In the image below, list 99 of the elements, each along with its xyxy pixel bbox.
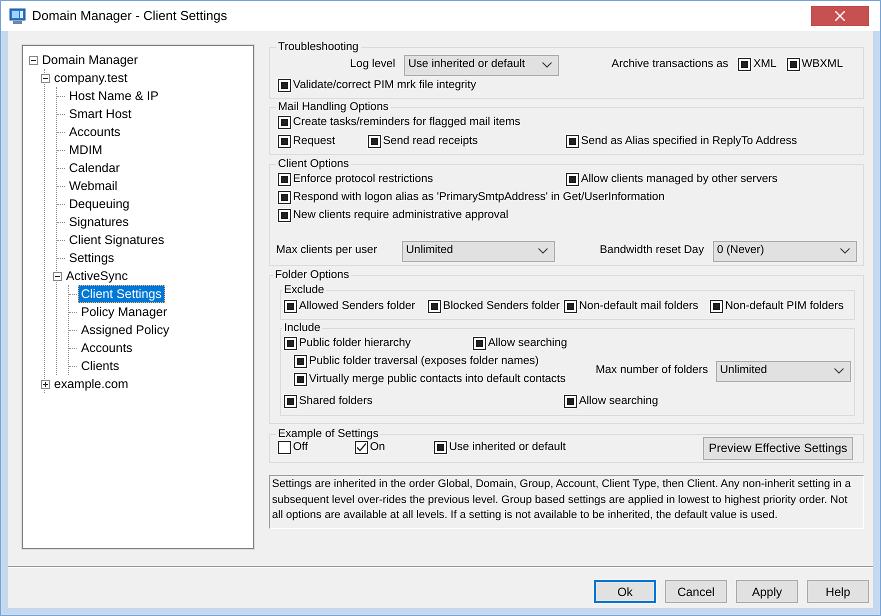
checkbox-label[interactable]: Allowed Senders folder	[299, 300, 416, 314]
preview-button[interactable]: Preview Effective Settings	[703, 436, 853, 460]
checkbox-label[interactable]: Non-default PIM folders	[725, 300, 844, 314]
checkbox-label[interactable]: Non-default mail folders	[579, 300, 698, 314]
checkbox[interactable]	[278, 134, 291, 148]
checkbox[interactable]	[368, 134, 381, 148]
checkbox-label[interactable]: Enforce protocol restrictions	[293, 173, 434, 187]
checkbox[interactable]	[564, 300, 577, 313]
checkbox[interactable]	[294, 373, 307, 386]
checkbox-label[interactable]: Off	[293, 441, 308, 455]
checkbox[interactable]	[566, 134, 579, 148]
checkbox[interactable]	[428, 300, 441, 313]
group-title: Folder Options	[273, 268, 352, 282]
checkbox-label[interactable]: On	[370, 441, 386, 455]
tree-item[interactable]: Dequeuing	[66, 195, 132, 213]
collapse-icon[interactable]	[41, 74, 50, 82]
info-text: Settings are inherited in the order Global, Domain, Group, Account, Client Type, then Client. Any non-inherit setting in a subsequent level over-rides the previous level. Group based settings are applied in lowest to highest priority order. Not all options are available at all levels. If a setting is not available to be inherited, the default value is used.	[269, 475, 864, 529]
dialog-button[interactable]: Apply	[736, 580, 798, 603]
checkbox-label[interactable]: Public folder hierarchy	[299, 337, 411, 351]
dropdown[interactable]: Unlimited	[402, 240, 555, 262]
chevron-down-icon	[840, 248, 850, 254]
tree-item[interactable]: Accounts	[66, 123, 124, 141]
checkbox-label[interactable]: Allow clients managed by other servers	[581, 173, 778, 187]
dropdown[interactable]: 0 (Never)	[713, 240, 857, 262]
chevron-down-icon	[538, 248, 548, 254]
app-icon	[9, 8, 26, 24]
checkbox-label[interactable]: Blocked Senders folder	[443, 300, 560, 314]
tree-item[interactable]: Domain Manager	[39, 51, 141, 69]
tree-item[interactable]: Assigned Policy	[78, 321, 172, 339]
checkbox-label[interactable]: Use inherited or default	[449, 441, 566, 455]
collapse-icon[interactable]	[53, 272, 62, 280]
checkbox-label[interactable]: Create tasks/reminders for flagged mail items	[293, 116, 520, 130]
checkbox[interactable]	[284, 300, 297, 313]
chevron-down-icon	[542, 62, 552, 68]
checkbox-label[interactable]: WBXML	[802, 58, 843, 72]
checkbox-label[interactable]: Validate/correct PIM mrk file integrity	[293, 78, 476, 92]
checkbox[interactable]	[294, 355, 307, 368]
window-title: Domain Manager - Client Settings	[32, 7, 228, 26]
tree-item[interactable]: Host Name & IP	[66, 87, 162, 105]
checkbox[interactable]	[738, 58, 752, 72]
checkbox[interactable]	[564, 395, 577, 408]
group-title: Example of Settings	[276, 427, 380, 441]
checkbox[interactable]	[566, 173, 579, 186]
checkbox-label[interactable]: Request	[293, 134, 336, 148]
field-label: Max number of folders	[596, 364, 708, 378]
dropdown[interactable]: Use inherited or default	[404, 54, 560, 76]
checkbox[interactable]	[434, 441, 447, 454]
tree-item[interactable]: Settings	[66, 249, 118, 267]
field-label: Archive transactions as	[612, 58, 728, 72]
checkbox[interactable]	[278, 209, 291, 222]
tree-item[interactable]: Accounts	[78, 339, 136, 357]
tree-item[interactable]: Policy Manager	[78, 303, 170, 321]
group-title: Mail Handling Options	[276, 100, 391, 114]
tree-item[interactable]: Calendar	[66, 159, 123, 177]
tree-item[interactable]: Smart Host	[66, 105, 135, 123]
checkbox[interactable]	[278, 116, 291, 130]
checkbox[interactable]	[278, 173, 291, 186]
tree-item[interactable]: Client Settings	[78, 285, 165, 303]
tree-item[interactable]: company.test	[51, 69, 130, 87]
field-label: Log level	[350, 58, 396, 72]
tree-item[interactable]: MDIM	[66, 141, 106, 159]
checkbox-label[interactable]: New clients require administrative approval	[293, 209, 508, 223]
chevron-down-icon	[834, 368, 844, 374]
checkbox-label[interactable]: Send as Alias specified in ReplyTo Address	[581, 134, 798, 148]
field-label: Max clients per user	[276, 244, 378, 258]
checkbox[interactable]	[278, 441, 291, 454]
tree-item[interactable]: Clients	[78, 357, 122, 375]
checkbox-label[interactable]: Virtually merge public contacts into default contacts	[309, 373, 566, 387]
checkbox[interactable]	[278, 78, 291, 92]
checkbox-label[interactable]: Send read receipts	[383, 134, 478, 148]
checkbox[interactable]	[284, 337, 297, 350]
checkbox-label[interactable]: Respond with logon alias as 'PrimarySmtpAddress' in Get/UserInformation	[293, 191, 665, 205]
close-button[interactable]	[811, 6, 869, 26]
checkbox-label[interactable]: Allow searching	[579, 395, 658, 409]
tree-item[interactable]: Client Signatures	[66, 231, 168, 249]
collapse-icon[interactable]	[29, 56, 38, 64]
expand-icon[interactable]	[41, 380, 50, 388]
tree-item[interactable]: Webmail	[66, 177, 120, 195]
tree-item[interactable]: example.com	[51, 375, 132, 393]
dialog-button[interactable]: Help	[807, 580, 869, 603]
tree-item[interactable]: ActiveSync	[63, 267, 131, 285]
dialog-button[interactable]: Ok	[594, 580, 656, 603]
dropdown[interactable]: Unlimited	[716, 360, 851, 382]
checkbox[interactable]	[710, 300, 723, 313]
checkbox-label[interactable]: Public folder traversal (exposes folder names)	[309, 355, 539, 369]
checkbox[interactable]	[284, 395, 297, 408]
checkbox[interactable]	[355, 441, 368, 454]
group-title: Troubleshooting	[276, 40, 361, 54]
tree-item[interactable]: Signatures	[66, 213, 132, 231]
checkbox-label[interactable]: Shared folders	[299, 395, 372, 409]
group-title: Client Options	[276, 157, 351, 171]
field-label: Bandwidth reset Day	[600, 244, 704, 258]
checkbox-label[interactable]: XML	[753, 58, 777, 72]
close-icon	[835, 11, 845, 21]
checkbox[interactable]	[786, 58, 800, 72]
checkbox[interactable]	[278, 191, 291, 204]
checkbox[interactable]	[473, 337, 486, 350]
checkbox-label[interactable]: Allow searching	[488, 337, 568, 351]
dialog-button[interactable]: Cancel	[665, 580, 727, 603]
